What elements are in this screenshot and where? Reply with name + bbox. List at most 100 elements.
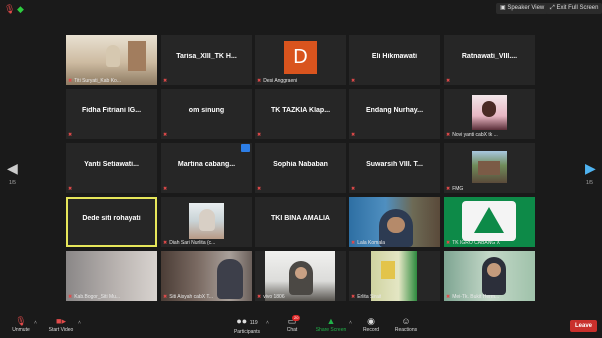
- muted-mic-icon: ✖: [163, 294, 168, 300]
- video-feed: [472, 151, 507, 183]
- share-screen-label: Share Screen: [315, 327, 347, 333]
- chevron-up-icon[interactable]: ˄: [34, 320, 37, 326]
- chevron-up-icon[interactable]: ˄: [266, 320, 269, 326]
- muted-mic-icon: 🎙: [4, 4, 16, 14]
- leave-button[interactable]: Leave: [570, 320, 597, 332]
- muted-mic-icon: ✖: [257, 294, 262, 300]
- muted-mic-icon: ✖: [68, 186, 73, 192]
- speaker-view-button[interactable]: ▣ Speaker View: [496, 3, 549, 14]
- top-bar: 🎙 ◆ ▣ Speaker View ⤢ Exit Full Screen: [0, 0, 602, 18]
- participant-tile[interactable]: Tarisa_XIII_TK H... ✖: [161, 35, 252, 85]
- participant-tile[interactable]: TKI BINA AMALIA: [255, 197, 346, 247]
- record-label: Record: [362, 327, 380, 333]
- participant-tile[interactable]: Endang Nurhay... ✖: [349, 89, 440, 139]
- participant-name-center: Suwarsih VIII. T...: [366, 161, 423, 168]
- participant-name-center: Martina cabang...: [177, 161, 236, 168]
- participant-tile[interactable]: om sinung ✖: [161, 89, 252, 139]
- participant-name: ✖ FMG: [446, 186, 464, 192]
- smiley-icon: ☺: [401, 316, 411, 326]
- muted-mic-icon: ✖: [257, 186, 262, 192]
- unmute-label: Unmute: [12, 327, 30, 333]
- muted-mic-icon: ✖: [351, 240, 356, 246]
- participant-tile[interactable]: TK TAZKIA Klap... ✖: [255, 89, 346, 139]
- more-options-icon[interactable]: [241, 144, 250, 152]
- exit-full-screen-label: Exit Full Screen: [556, 5, 599, 11]
- participant-tile[interactable]: Sophia Nababan ✖: [255, 143, 346, 193]
- chevron-up-icon[interactable]: ˄: [349, 320, 352, 326]
- participant-name-center: Fidha Fitriani IG...: [81, 107, 142, 114]
- muted-mic-icon: ✖: [446, 132, 451, 138]
- chevron-up-icon[interactable]: ˄: [78, 320, 81, 326]
- start-video-label: Start Video: [48, 327, 74, 333]
- muted-mic-icon: ✖: [257, 132, 262, 138]
- participant-tile-active-speaker[interactable]: Dede siti rohayati: [66, 197, 157, 247]
- video-off-icon: ■▸: [56, 316, 66, 326]
- participant-name-center: TKI BINA AMALIA: [271, 215, 330, 222]
- share-screen-icon: ▲: [326, 316, 336, 326]
- participant-tile[interactable]: Suwarsih VIII. T... ✖: [349, 143, 440, 193]
- participant-name: ✖ Diah Sari Nurlita (c...: [163, 240, 216, 246]
- muted-mic-icon: ✖: [68, 132, 73, 138]
- reactions-button[interactable]: ☺ Reactions: [393, 316, 419, 333]
- muted-mic-icon: ✖: [446, 294, 451, 300]
- chat-label: Chat: [286, 327, 298, 333]
- muted-mic-icon: ✖: [351, 294, 356, 300]
- participant-tile[interactable]: ✖ Lala Komala: [349, 197, 440, 247]
- participant-name: ✖ vivo 1806: [257, 294, 285, 300]
- previous-page-arrow-icon[interactable]: ◀: [7, 160, 18, 177]
- participant-tile[interactable]: ✖ Kab.Bogor_Siti Mu...: [66, 251, 157, 301]
- muted-mic-icon: ✖: [163, 240, 168, 246]
- participant-name: ✖ Titi Suryati_Kab Ko...: [68, 78, 121, 84]
- record-button[interactable]: ◉ Record: [360, 316, 382, 333]
- participant-name-center: Dede siti rohayati: [82, 215, 141, 222]
- participant-tile[interactable]: ✖ Titi Suryati_Kab Ko...: [66, 35, 157, 85]
- participant-tile[interactable]: ✖ TK IGRO CABANG X: [444, 197, 535, 247]
- next-page-arrow-icon[interactable]: ▶: [585, 160, 596, 177]
- participant-tile[interactable]: ✖ vivo 1806: [255, 251, 346, 301]
- muted-mic-icon: ✖: [163, 186, 168, 192]
- muted-mic-icon: ✖: [68, 78, 73, 84]
- participant-name: ✖ Erlita Sirait: [351, 294, 382, 300]
- participants-label: Participants: [233, 329, 261, 335]
- participant-name-center: TK TAZKIA Klap...: [270, 107, 331, 114]
- page-indicator-right: 1/5: [586, 180, 593, 186]
- participant-tile[interactable]: Fidha Fitriani IG... ✖: [66, 89, 157, 139]
- participant-name-center: Ratnawati_VIII....: [461, 53, 518, 60]
- participants-icon: ●● 119: [236, 316, 258, 326]
- muted-mic-icon: ✖: [68, 294, 73, 300]
- participant-tile[interactable]: Ratnawati_VIII.... ✖: [444, 35, 535, 85]
- participant-tile[interactable]: D ✖ Desi Anggraeni: [255, 35, 346, 85]
- share-screen-button[interactable]: ▲ Share Screen: [314, 316, 348, 333]
- participant-name-center: Yanti Setiawati...: [84, 161, 139, 168]
- participant-tile[interactable]: ✖ Siti Aisyah cabX T...: [161, 251, 252, 301]
- page-indicator-left: 1/5: [9, 180, 16, 186]
- participant-name-center: Sophia Nababan: [273, 161, 328, 168]
- reactions-label: Reactions: [394, 327, 418, 333]
- video-feed: [472, 95, 507, 130]
- participant-tile[interactable]: Eli Hikmawati ✖: [349, 35, 440, 85]
- participant-tile[interactable]: ✖ FMG: [444, 143, 535, 193]
- muted-mic-icon: 🎙︎: [15, 316, 27, 326]
- start-video-button[interactable]: ■▸ Start Video: [46, 316, 76, 333]
- participants-button[interactable]: ●● 119 Participants: [230, 316, 264, 335]
- participant-tile[interactable]: ✖ Mei-Tk. Bukit Herm...: [444, 251, 535, 301]
- record-icon: ◉: [367, 316, 375, 326]
- unmute-button[interactable]: 🎙︎ Unmute: [8, 316, 34, 333]
- participant-name: ✖ Novi yanti cabX tk ...: [446, 132, 498, 138]
- muted-mic-icon: ✖: [351, 132, 356, 138]
- muted-mic-icon: ✖: [446, 240, 451, 246]
- participant-tile[interactable]: ✖ Novi yanti cabX tk ...: [444, 89, 535, 139]
- muted-mic-icon: ✖: [446, 78, 451, 84]
- participant-name-center: Eli Hikmawati: [371, 53, 418, 60]
- muted-mic-icon: ✖: [163, 132, 168, 138]
- participant-tile[interactable]: Yanti Setiawati... ✖: [66, 143, 157, 193]
- participant-tile[interactable]: Martina cabang... ✖: [161, 143, 252, 193]
- participant-tile[interactable]: ✖ Erlita Sirait: [349, 251, 440, 301]
- participant-tile[interactable]: ✖ Diah Sari Nurlita (c...: [161, 197, 252, 247]
- exit-full-screen-button[interactable]: ⤢ Exit Full Screen: [546, 3, 602, 14]
- participant-name: ✖ Kab.Bogor_Siti Mu...: [68, 294, 121, 300]
- shield-icon[interactable]: ◆: [17, 4, 24, 14]
- muted-mic-icon: ✖: [351, 78, 356, 84]
- speaker-view-label: Speaker View: [507, 5, 545, 11]
- muted-mic-icon: ✖: [163, 78, 168, 84]
